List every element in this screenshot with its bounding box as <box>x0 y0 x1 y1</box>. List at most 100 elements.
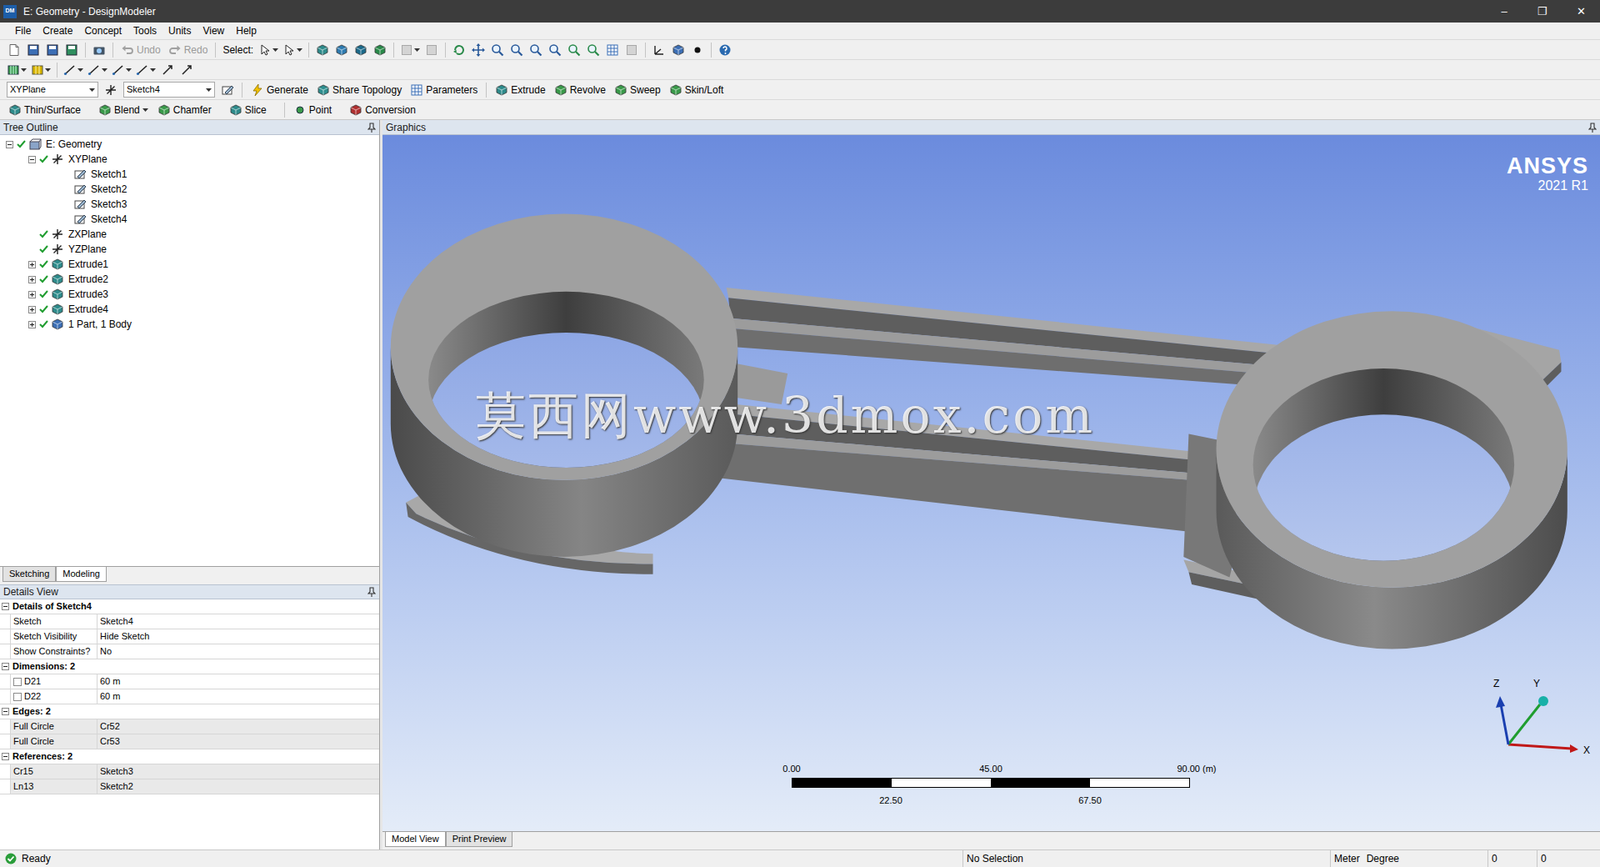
menu-item[interactable]: Tools <box>128 23 162 39</box>
tree-item[interactable]: 1 Part, 1 Body <box>0 316 380 332</box>
tree-item[interactable]: Sketch4 <box>0 211 380 227</box>
tab[interactable]: Print Preview <box>445 831 514 847</box>
dropdown-holder[interactable] <box>142 108 150 112</box>
tree-item[interactable]: Extrude2 <box>0 271 380 287</box>
toolbar-button[interactable] <box>101 81 120 99</box>
toolbar-button[interactable] <box>29 61 53 79</box>
toolbar-button[interactable] <box>351 41 370 59</box>
toolbar-button[interactable] <box>110 61 134 79</box>
tree-item[interactable]: Sketch3 <box>0 196 380 212</box>
toolbar-button[interactable] <box>688 41 707 59</box>
parameter-checkbox[interactable] <box>13 692 22 701</box>
details-section[interactable]: References: 2 <box>0 749 380 765</box>
toolbar-button[interactable] <box>158 61 177 79</box>
expander[interactable] <box>28 305 36 314</box>
menu-item[interactable]: Concept <box>79 23 127 39</box>
tab[interactable]: Model View <box>385 831 446 847</box>
toolbar-button[interactable] <box>218 81 237 99</box>
menu-item[interactable]: Units <box>163 23 196 39</box>
expander[interactable] <box>28 155 36 164</box>
property-value[interactable]: 60 m <box>97 689 380 704</box>
collapse-toggle[interactable] <box>0 707 10 715</box>
tree-item[interactable]: Extrude4 <box>0 301 380 317</box>
menu-item[interactable]: File <box>10 23 36 39</box>
tree-item[interactable]: ZXPlane <box>0 226 380 242</box>
property-value[interactable]: Sketch4 <box>97 614 380 629</box>
toolbar-button[interactable] <box>5 41 24 59</box>
toolbar-button[interactable] <box>507 41 526 59</box>
property-row[interactable]: Full CircleCr53 <box>0 734 380 750</box>
property-row[interactable]: Full CircleCr52 <box>0 719 380 735</box>
parameter-checkbox[interactable] <box>13 677 22 686</box>
graphics-canvas[interactable]: 莫西网www.3dmox.comANSYS2021 R10.0045.0090.… <box>382 135 1600 831</box>
toolbar-button[interactable] <box>43 41 62 59</box>
property-value[interactable]: 60 m <box>97 674 380 689</box>
toolbar-button[interactable] <box>24 41 43 59</box>
toolbar-button[interactable] <box>584 41 603 59</box>
property-row[interactable]: Show Constraints?No <box>0 644 380 660</box>
property-row[interactable]: Sketch VisibilityHide Sketch <box>0 629 380 645</box>
toolbar-button[interactable] <box>622 41 641 59</box>
property-value[interactable]: Cr53 <box>97 734 380 749</box>
toolbar-button[interactable] <box>177 61 196 79</box>
tree-item[interactable]: YZPlane <box>0 241 380 257</box>
toolbar-button[interactable] <box>422 41 441 59</box>
toolbar-button[interactable] <box>313 41 332 59</box>
menu-item[interactable]: View <box>197 23 230 39</box>
toolbar-button[interactable] <box>62 41 81 59</box>
toolbar-button[interactable]: Generate <box>247 81 312 99</box>
expander[interactable] <box>28 290 36 299</box>
property-value[interactable]: Sketch3 <box>97 764 380 779</box>
minimize-button[interactable]: – <box>1485 0 1524 23</box>
expander[interactable] <box>28 320 36 329</box>
plane-dropdown[interactable]: XYPlane <box>6 81 99 98</box>
property-row[interactable]: Ln13Sketch2 <box>0 779 380 795</box>
toolbar-button[interactable] <box>669 41 688 59</box>
toolbar-button[interactable]: Share Topology <box>313 81 405 99</box>
toolbar-button[interactable] <box>61 61 85 79</box>
toolbar-button[interactable]: Skin/Loft <box>665 81 728 99</box>
toolbar-button[interactable] <box>90 41 109 59</box>
toolbar-button[interactable]: Conversion <box>345 101 429 119</box>
redo-button[interactable]: Redo <box>165 41 212 59</box>
units-info[interactable]: MeterDegree <box>1330 850 1488 867</box>
sketch-dropdown[interactable]: Sketch4 <box>123 81 215 98</box>
collapse-toggle[interactable] <box>0 602 10 610</box>
toolbar-button[interactable] <box>526 41 545 59</box>
details-section[interactable]: Dimensions: 2 <box>0 659 380 675</box>
connecting-rod-model[interactable] <box>382 135 1600 831</box>
toolbar-button[interactable]: Parameters <box>406 81 481 99</box>
toolbar-button[interactable] <box>332 41 351 59</box>
property-value[interactable]: Sketch2 <box>97 779 380 794</box>
toolbar-button[interactable] <box>256 41 280 59</box>
toolbar-button[interactable] <box>603 41 622 59</box>
menu-item[interactable]: Help <box>230 23 262 39</box>
toolbar-button[interactable]: Extrude <box>491 81 549 99</box>
collapse-toggle[interactable] <box>0 662 10 670</box>
tree-item[interactable]: XYPlane <box>0 151 380 167</box>
toolbar-button[interactable] <box>5 61 29 79</box>
toolbar-button[interactable] <box>469 41 488 59</box>
toolbar-button[interactable]: Slice <box>225 101 280 119</box>
tab[interactable]: Modeling <box>55 566 107 582</box>
undo-button[interactable]: Undo <box>117 41 165 59</box>
restore-button[interactable]: ❐ <box>1523 0 1562 23</box>
toolbar-button[interactable] <box>280 41 305 59</box>
close-button[interactable]: ✕ <box>1561 0 1600 23</box>
tree-item[interactable]: Sketch1 <box>0 166 380 182</box>
expander[interactable] <box>28 275 36 284</box>
toolbar-button[interactable] <box>450 41 469 59</box>
toolbar-button[interactable] <box>545 41 565 59</box>
property-row[interactable]: SketchSketch4 <box>0 614 380 630</box>
toolbar-button[interactable]: Sweep <box>610 81 665 99</box>
details-section[interactable]: Edges: 2 <box>0 704 380 720</box>
toolbar-button[interactable] <box>85 61 110 79</box>
collapse-toggle[interactable] <box>0 752 10 760</box>
menu-item[interactable]: Create <box>37 23 78 39</box>
expander[interactable] <box>5 140 14 149</box>
property-row[interactable]: D2160 m <box>0 674 380 690</box>
tab[interactable]: Sketching <box>2 566 56 582</box>
toolbar-button[interactable] <box>134 61 158 79</box>
tree-item[interactable]: E: Geometry <box>0 136 380 152</box>
toolbar-button[interactable]: Thin/Surface <box>5 101 94 119</box>
